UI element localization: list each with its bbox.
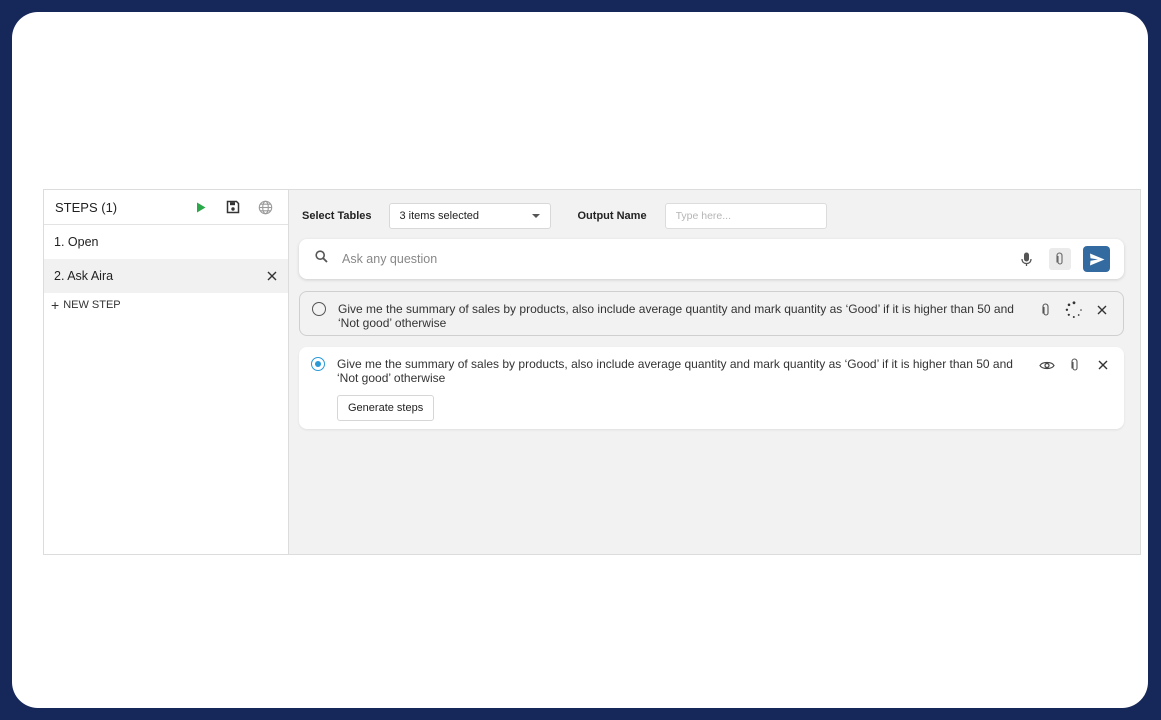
paperclip-icon[interactable] [1066,357,1084,373]
new-step-button[interactable]: + NEW STEP [44,293,288,317]
prompt-card[interactable]: Give me the summary of sales by products… [299,291,1124,336]
plus-icon: + [51,297,60,313]
prompt-actions [1038,357,1112,429]
window-frame: STEPS (1) 1. Open 2. Ask Aira + NEW STEP… [12,12,1148,708]
prompt-body: Give me the summary of sales by products… [338,302,1025,335]
prompt-text: Give me the summary of sales by products… [337,357,1013,385]
play-icon[interactable] [188,194,214,220]
prompt-text: Give me the summary of sales by products… [338,302,1014,330]
prompt-body: Give me the summary of sales by products… [337,357,1026,429]
save-icon[interactable] [220,194,246,220]
caret-down-icon [531,214,540,218]
select-tables-label: Select Tables [302,210,372,222]
prompt-radio[interactable] [311,357,325,371]
search-icon [315,250,328,268]
new-step-label: NEW STEP [63,299,121,311]
close-icon[interactable] [1093,302,1111,318]
output-name-label: Output Name [577,210,647,222]
steps-title: STEPS (1) [55,199,118,215]
close-icon[interactable] [1094,357,1112,373]
workflow-editor: STEPS (1) 1. Open 2. Ask Aira + NEW STEP… [43,189,1141,555]
eye-icon[interactable] [1038,357,1056,373]
toolbar: Select Tables 3 items selected Output Na… [302,203,827,229]
step-label: 2. Ask Aira [54,269,114,283]
close-icon[interactable] [264,268,280,284]
globe-icon[interactable] [252,194,278,220]
prompt-actions [1037,301,1111,335]
spinner-icon [1065,301,1083,318]
steps-header: STEPS (1) [44,190,288,225]
output-name-input[interactable] [664,203,827,229]
paperclip-icon[interactable] [1049,248,1071,270]
send-button[interactable] [1083,246,1110,272]
ask-input[interactable] [340,251,1003,267]
step-item-open[interactable]: 1. Open [44,225,288,259]
tables-select-value: 3 items selected [399,210,479,222]
prompt-radio[interactable] [312,302,326,316]
generate-steps-button[interactable]: Generate steps [337,395,435,421]
send-icon [1089,253,1104,265]
steps-sidebar: STEPS (1) 1. Open 2. Ask Aira + NEW STEP [44,190,289,554]
prompt-card-selected[interactable]: Give me the summary of sales by products… [299,347,1124,429]
ask-bar [299,239,1124,279]
mic-icon[interactable] [1015,248,1037,270]
paperclip-icon[interactable] [1037,302,1055,318]
tables-select[interactable]: 3 items selected [388,203,551,229]
step-label: 1. Open [54,235,99,249]
main-panel: Select Tables 3 items selected Output Na… [289,190,1140,554]
step-item-ask-aira[interactable]: 2. Ask Aira [44,259,288,293]
